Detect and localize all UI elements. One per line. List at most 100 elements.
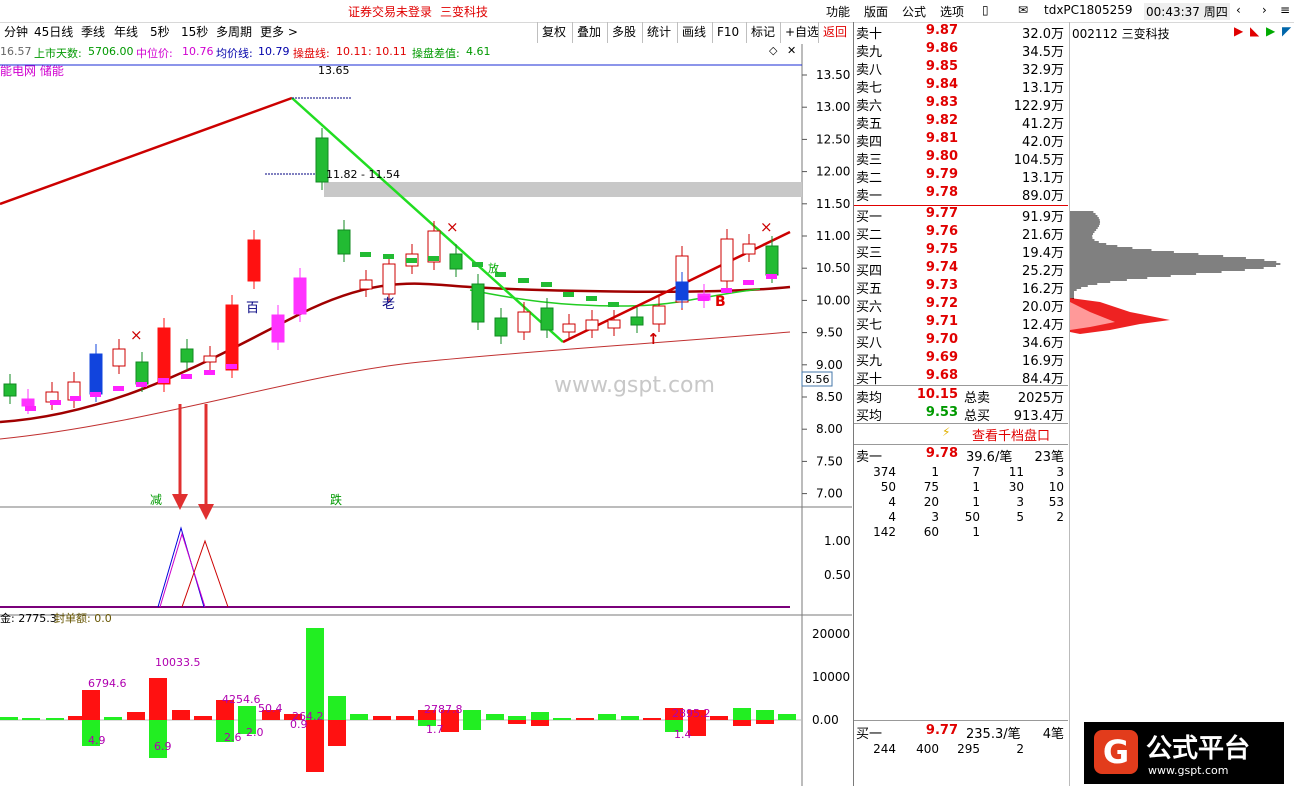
sells-row[interactable]: 卖五 9.82 41.2万	[854, 113, 1068, 132]
period-quarter[interactable]: 季线	[77, 22, 109, 43]
signal-bar	[226, 364, 237, 369]
volume-bar	[104, 717, 122, 720]
tool-fuquan[interactable]: 复权	[537, 22, 570, 43]
mark-fang: 放	[488, 261, 499, 275]
sell-avg-label: 卖均	[856, 391, 883, 406]
volume-bar	[306, 628, 324, 720]
phone-icon[interactable]: ▯	[982, 3, 989, 17]
level-price: 9.69	[925, 350, 958, 365]
flag-icon-1[interactable]: ▶	[1234, 24, 1243, 38]
level-price: 9.84	[925, 77, 958, 92]
price-axis: 13.50 13.00 12.50 12.00 11.50 11.00 10.50 10.00…	[802, 68, 850, 501]
candle	[494, 317, 508, 337]
period-multi[interactable]: 多周期	[212, 22, 256, 43]
menu-options[interactable]: 选项	[940, 3, 964, 20]
tool-add-watch[interactable]: +自选	[780, 22, 823, 43]
sells-row[interactable]: 卖二 9.79 13.1万	[854, 167, 1068, 186]
signal-bar	[90, 392, 101, 397]
buys-row[interactable]: 买十 9.68 84.4万	[854, 368, 1068, 387]
level-price: 9.78	[925, 185, 958, 200]
menu-layout[interactable]: 版面	[864, 3, 888, 20]
level-price: 9.80	[925, 149, 958, 164]
volume-bar	[127, 712, 145, 720]
flag-icon-2[interactable]: ◣	[1250, 24, 1259, 38]
level-volume: 16.9万	[1022, 354, 1064, 369]
buys-row[interactable]: 买九 9.69 16.9万	[854, 350, 1068, 369]
buys-row[interactable]: 买二 9.76 21.6万	[854, 224, 1068, 243]
candle	[247, 239, 261, 282]
level-volume: 21.6万	[1022, 228, 1064, 243]
period-15s[interactable]: 15秒	[177, 22, 212, 43]
tool-overlay[interactable]: 叠加	[572, 22, 605, 43]
tool-f10[interactable]: F10	[712, 22, 743, 43]
back-arrow-icon[interactable]: ‹	[1236, 3, 1241, 17]
level-price: 9.71	[925, 314, 958, 329]
flag-icon-3[interactable]: ▶	[1266, 24, 1275, 38]
buys-row[interactable]: 买三 9.75 19.4万	[854, 242, 1068, 261]
buys-row[interactable]: 买五 9.73 16.2万	[854, 278, 1068, 297]
buys-row[interactable]: 买四 9.74 25.2万	[854, 260, 1068, 279]
forward-arrow-icon[interactable]: ›	[1262, 3, 1267, 17]
sells-row[interactable]: 卖八 9.85 32.9万	[854, 59, 1068, 78]
login-status[interactable]: 证券交易未登录	[348, 3, 432, 20]
thousand-level-link[interactable]: 查看千档盘口	[972, 425, 1050, 444]
queue-cell: 1	[972, 495, 980, 509]
sells-row[interactable]: 卖一 9.78 89.0万	[854, 185, 1068, 204]
period-year[interactable]: 年线	[110, 22, 142, 43]
flag-icon-4[interactable]: ◤	[1282, 24, 1291, 38]
tool-draw[interactable]: 画线	[677, 22, 710, 43]
indicator-peak-2	[159, 532, 206, 608]
vol-tick-label: 20000	[812, 627, 850, 641]
candle	[517, 311, 531, 333]
queue-row: 142 60 1	[854, 525, 1068, 540]
level-volume: 32.0万	[1022, 27, 1064, 42]
y-tick-label: 11.50	[816, 197, 850, 211]
y-tick-label: 9.00	[816, 358, 843, 372]
menu-icon[interactable]: ≡	[1280, 3, 1290, 17]
volume-bar	[350, 714, 368, 720]
level-price: 9.81	[925, 131, 958, 146]
clock: 00:43:37 周四	[1144, 3, 1230, 20]
buys-row[interactable]: 买七 9.71 12.4万	[854, 314, 1068, 333]
volume-bar	[643, 718, 661, 720]
mail-icon[interactable]: ✉	[1018, 3, 1028, 17]
candle	[180, 348, 194, 363]
tool-multistock[interactable]: 多股	[607, 22, 640, 43]
sells-row[interactable]: 卖三 9.80 104.5万	[854, 149, 1068, 168]
sells-row[interactable]: 卖七 9.84 13.1万	[854, 77, 1068, 96]
period-minute[interactable]: 分钟	[0, 22, 32, 43]
sells-row[interactable]: 卖九 9.86 34.5万	[854, 41, 1068, 60]
signal-bar	[50, 400, 61, 405]
signal-bar	[541, 282, 552, 287]
tool-return[interactable]: 返回	[818, 22, 851, 43]
buys-row[interactable]: 买八 9.70 34.6万	[854, 332, 1068, 351]
buys-row[interactable]: 买一 9.77 91.9万	[854, 206, 1068, 225]
ask1-price: 9.78	[925, 446, 958, 461]
volume-bar	[508, 716, 526, 720]
volume-value-label: 4.9	[88, 734, 106, 747]
period-45day[interactable]: 45日线	[30, 22, 77, 43]
tool-mark[interactable]: 标记	[746, 22, 779, 43]
sells-row[interactable]: 卖十 9.87 32.0万	[854, 23, 1068, 42]
buy-total: 913.4万	[1013, 409, 1064, 424]
kline-chart[interactable]: 13.50 13.00 12.50 12.00 11.50 11.00 10.50 10.00…	[0, 44, 852, 786]
queue-cell: 244	[873, 742, 896, 756]
queue-cell: 20	[923, 495, 939, 509]
sells-row[interactable]: 卖四 9.81 42.0万	[854, 131, 1068, 150]
volume-value-label: 4254.6	[222, 693, 261, 706]
bid1-per: 235.3/笔	[966, 727, 1021, 742]
ind-tick-label: 0.50	[824, 568, 851, 582]
menu-formula[interactable]: 公式	[902, 3, 926, 20]
level-name: 卖四	[856, 135, 883, 150]
queue-row: 244 400 295 2	[854, 742, 1068, 757]
tool-stats[interactable]: 统计	[642, 22, 675, 43]
sells-row[interactable]: 卖六 9.83 122.9万	[854, 95, 1068, 114]
signal-bar	[608, 302, 619, 307]
period-more[interactable]: 更多 >	[256, 22, 302, 43]
menu-function[interactable]: 功能	[826, 3, 850, 20]
volume-value-label: 2.6	[224, 731, 242, 744]
period-5s[interactable]: 5秒	[146, 22, 174, 43]
buys-row[interactable]: 买六 9.72 20.0万	[854, 296, 1068, 315]
volume-value-label: 6.9	[154, 740, 172, 753]
volume-value-label: 10033.5	[155, 656, 201, 669]
